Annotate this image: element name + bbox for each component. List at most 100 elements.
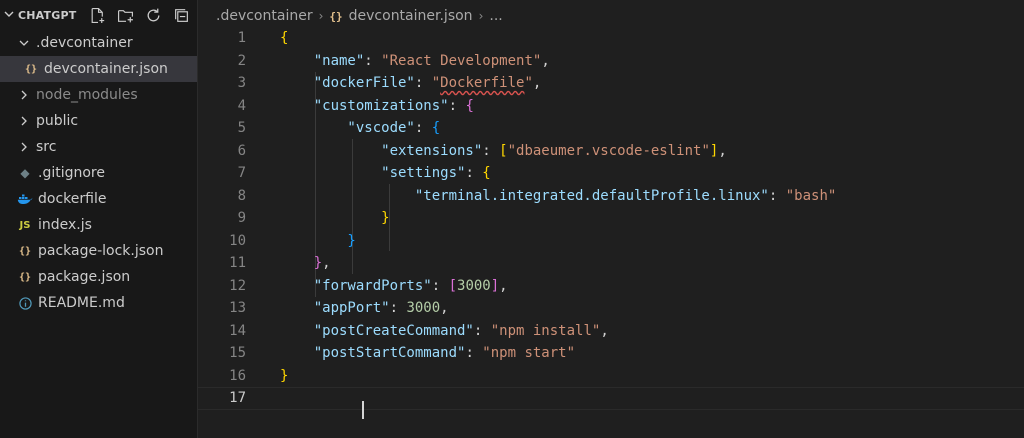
line-number: 17 [229,390,246,407]
line-number: 1 [237,30,246,47]
line-number: 11 [229,255,246,272]
code-token: 3000 [406,300,441,317]
code-token: { [431,120,441,137]
line-number: 9 [237,210,246,227]
code-token: " [524,75,533,92]
code-token: } [280,232,356,249]
code-token: ] [490,277,500,294]
code-line[interactable]: 17 [198,387,1024,420]
code-token: "dbaeumer.vscode-eslint" [507,142,710,159]
tree-item[interactable]: src [0,134,197,160]
code-token: "extensions" [280,142,483,159]
tree-item-label: package-lock.json [38,243,164,259]
tree-item[interactable]: dockerfile [0,186,197,212]
line-number: 3 [237,75,246,92]
chevron-right-icon[interactable] [16,90,32,100]
tree-item[interactable]: README.md [0,290,197,316]
code-token: : [414,75,432,92]
code-token: : [465,165,483,182]
tree-item-label: README.md [38,295,125,311]
tree-item[interactable]: {} devcontainer.json [0,56,197,82]
json-file-icon: {} [329,9,343,23]
code-line[interactable]: 1{ [198,27,1024,50]
code-line[interactable]: 14 "postCreateCommand": "npm install", [198,320,1024,343]
tree-item[interactable]: {} package-lock.json [0,238,197,264]
javascript-file-icon: JS [19,219,31,231]
line-number: 8 [237,187,246,204]
chevron-down-icon[interactable] [4,9,18,22]
code-editor[interactable]: 1{2 "name": "React Development", 3 "docke… [198,27,1024,420]
tree-item-label: src [36,139,57,155]
json-file-icon: {} [18,245,32,257]
tree-item[interactable]: public [0,108,197,134]
file-tree: .devcontainer {} devcontainer.json node_mod… [0,30,197,316]
code-line[interactable]: 7 "settings": { [198,162,1024,185]
code-line[interactable]: 4 "customizations": { [198,95,1024,118]
chevron-right-icon[interactable] [16,116,32,126]
line-number: 4 [237,97,246,114]
code-token: , [440,300,449,317]
breadcrumb-folder[interactable]: .devcontainer [216,8,313,24]
tree-item[interactable]: {} package.json [0,264,197,290]
chevron-down-icon[interactable] [16,38,32,48]
line-content: "settings": { [280,165,491,181]
code-line[interactable]: 16} [198,365,1024,388]
code-token: : [364,52,382,69]
tree-item-label: dockerfile [38,191,107,207]
code-token: "dockerFile" [280,75,415,92]
code-token: , [499,277,508,294]
code-token: : [465,345,483,362]
json-file-icon: {} [18,271,32,283]
code-token: "terminal.integrated.defaultProfile.linu… [280,187,769,204]
breadcrumb-more[interactable]: ... [489,8,502,24]
docker-icon [16,193,34,205]
breadcrumb-file[interactable]: devcontainer.json [349,8,473,24]
code-line[interactable]: 13 "appPort": 3000, [198,297,1024,320]
code-token: "postStartCommand" [280,345,466,362]
tree-item-label: .devcontainer [36,35,133,51]
code-token: : [473,322,491,339]
code-line[interactable]: 9 } [198,207,1024,230]
code-token: { [465,97,474,114]
tree-item[interactable]: JS index.js [0,212,197,238]
line-number: 15 [229,345,246,362]
new-file-icon[interactable] [86,4,108,26]
json-file-icon: {} [24,63,38,75]
code-token: 3000 [457,277,491,294]
code-token: "postCreateCommand" [280,322,474,339]
chevron-right-icon: › [478,9,484,23]
code-line[interactable]: 2 "name": "React Development", [198,50,1024,73]
code-token: [ [499,142,508,159]
info-icon [16,296,34,310]
code-line[interactable]: 8 "terminal.integrated.defaultProfile.li… [198,185,1024,208]
code-token: "settings" [280,165,466,182]
tree-item-label: package.json [38,269,131,285]
collapse-all-icon[interactable] [170,4,192,26]
tree-item[interactable]: ◆ .gitignore [0,160,197,186]
code-token: " [431,75,441,92]
line-content: "customizations": { [280,98,474,114]
git-file-icon: ◆ [20,166,30,180]
code-token: "bash" [785,187,837,204]
code-line[interactable]: 11 }, [198,252,1024,275]
line-content: "terminal.integrated.defaultProfile.linu… [280,188,836,204]
code-line[interactable]: 3 "dockerFile": "Dockerfile", [198,72,1024,95]
chevron-right-icon[interactable] [16,142,32,152]
chevron-right-icon: › [318,9,324,23]
tree-item-label: .gitignore [38,165,105,181]
code-token: : [431,277,449,294]
code-line[interactable]: 10 } [198,230,1024,253]
code-line[interactable]: 6 "extensions": ["dbaeumer.vscode-eslint… [198,140,1024,163]
explorer-title[interactable]: CHATGPT [18,9,76,22]
line-content: } [280,368,288,384]
line-number: 10 [229,232,246,249]
explorer-sidebar: CHATGPT .devcontainer {} devcontainer.json… [0,0,198,438]
code-line[interactable]: 5 "vscode": { [198,117,1024,140]
code-token: : [768,187,786,204]
refresh-icon[interactable] [142,4,164,26]
new-folder-icon[interactable] [114,4,136,26]
tree-item[interactable]: .devcontainer [0,30,197,56]
code-line[interactable]: 12 "forwardPorts": [3000], [198,275,1024,298]
code-line[interactable]: 15 "postStartCommand": "npm start" [198,342,1024,365]
tree-item[interactable]: node_modules [0,82,197,108]
